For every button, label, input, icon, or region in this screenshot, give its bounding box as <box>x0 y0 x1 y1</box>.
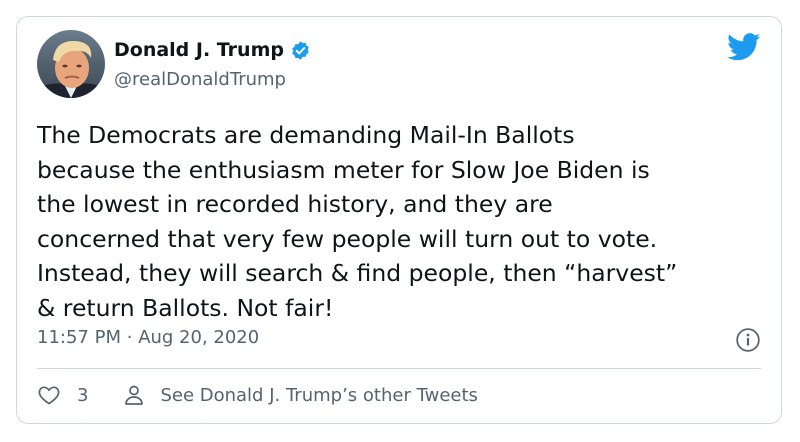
like-count: 3 <box>77 384 89 406</box>
author-name-row[interactable]: Donald J. Trump <box>114 39 311 61</box>
verified-badge-icon <box>290 40 311 61</box>
tweet-text-line: The Democrats are demanding Mail-In Ball… <box>37 121 575 149</box>
see-other-tweets-label[interactable]: See Donald J. Trump’s other Tweets <box>160 385 477 406</box>
tweet-card: Donald J. Trump @realDonaldTrump The Dem… <box>16 16 782 424</box>
author-display-name[interactable]: Donald J. Trump <box>114 39 284 61</box>
tweet-text-line: the lowest in recorded history, and they… <box>37 190 553 218</box>
divider <box>37 368 761 369</box>
tweet-timestamp[interactable]: 11:57 PM · Aug 20, 2020 <box>37 327 259 348</box>
info-icon[interactable] <box>735 327 761 353</box>
tweet-time[interactable]: 11:57 PM <box>37 327 121 348</box>
avatar-image <box>37 30 105 98</box>
like-button[interactable]: 3 <box>37 383 88 407</box>
avatar[interactable] <box>37 30 105 98</box>
author-handle[interactable]: @realDonaldTrump <box>114 69 286 90</box>
tweet-text-line: because the enthusiasm meter for Slow Jo… <box>37 155 650 184</box>
tweet-text: The Democrats are demanding Mail-In Ball… <box>37 118 767 325</box>
tweet-text-line: concerned that very few people will turn… <box>37 224 658 253</box>
tweet-text-line: & return Ballots. Not fair! <box>37 293 334 322</box>
person-icon <box>122 383 146 407</box>
tweet-text-line: Instead, they will search & find people,… <box>37 259 678 287</box>
tweet-date[interactable]: Aug 20, 2020 <box>138 327 259 348</box>
heart-icon[interactable] <box>37 383 61 407</box>
twitter-bird-icon[interactable] <box>727 33 761 61</box>
see-other-tweets-link[interactable]: See Donald J. Trump’s other Tweets <box>122 383 478 407</box>
tweet-actions: 3 See Donald J. Trump’s other Tweets <box>37 383 478 407</box>
meta-separator: · <box>126 327 133 348</box>
